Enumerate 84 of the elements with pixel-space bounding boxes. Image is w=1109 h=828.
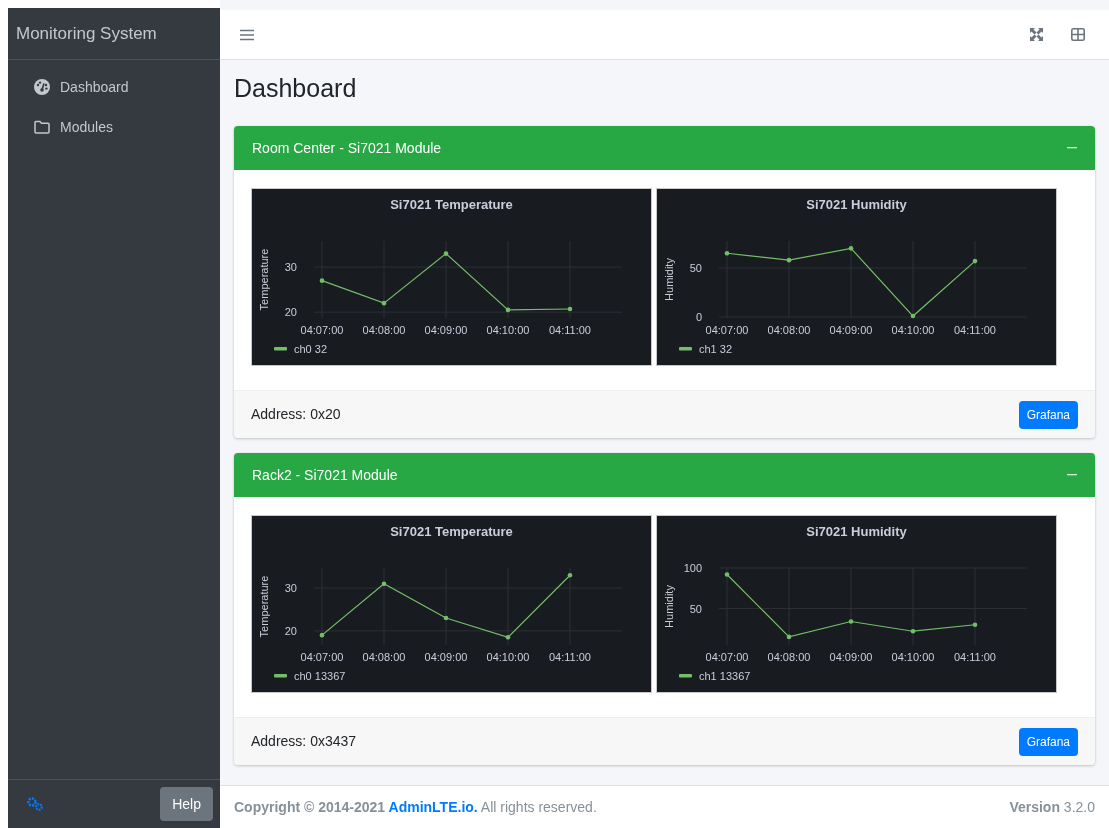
fullscreen-icon[interactable] [1030,28,1043,41]
x-tick-label: 04:11:00 [549,651,591,663]
grid-icon[interactable] [1071,28,1085,41]
y-axis-label: Temperature [258,248,270,311]
data-point [319,632,325,638]
y-axis-label: Temperature [258,575,270,638]
card-title: Rack2 - Si7021 Module [252,465,398,485]
grafana-button[interactable]: Grafana [1018,727,1078,756]
data-point [505,635,511,640]
x-tick-label: 04:07:00 [300,324,344,336]
x-tick-label: 04:11:00 [549,324,591,336]
legend-label: ch1 13367 [699,670,751,682]
data-point [786,634,792,640]
legend-swatch [274,674,287,678]
x-tick-label: 04:11:00 [954,651,996,663]
menu-icon[interactable] [240,28,254,41]
y-tick-label: 50 [689,602,702,615]
help-button[interactable]: Help [160,787,213,821]
x-tick-label: 04:07:00 [300,651,344,663]
nav-item[interactable]: Modules [16,108,212,146]
x-tick-label: 04:09:00 [424,324,468,336]
chart-title: Si7021 Humidity [806,197,907,212]
card-title: Room Center - Si7021 Module [252,138,442,158]
x-tick-label: 04:08:00 [767,324,811,336]
page-title: Dashboard [234,76,358,104]
x-tick-label: 04:11:00 [954,324,996,336]
x-tick-label: 04:10:00 [891,324,935,336]
data-point [381,300,387,306]
x-tick-label: 04:10:00 [486,324,530,336]
data-point [724,250,730,256]
legend-label: ch0 32 [294,343,328,355]
legend-label: ch0 13367 [294,670,346,682]
copyright-text: Copyright © 2014-2021 AdminLTE.io. All rights reserved. [234,797,597,817]
gears-icon[interactable] [26,797,44,811]
chart-title: Si7021 Humidity [806,524,907,539]
y-tick-label: 20 [284,624,297,637]
x-tick-label: 04:10:00 [486,651,530,663]
x-tick-label: 04:10:00 [891,651,935,663]
address-text: Address: 0x20 [251,405,341,424]
data-point [319,278,325,283]
data-point [848,246,854,251]
data-point [724,572,730,577]
data-point [505,307,511,313]
data-point [848,619,854,624]
address-text: Address: 0x3437 [251,732,357,751]
y-tick-label: 100 [683,562,702,574]
legend-swatch [679,674,692,678]
y-tick-label: 0 [695,311,702,323]
folder-icon [33,120,50,134]
data-point [910,628,916,634]
legend-swatch [679,347,692,351]
x-tick-label: 04:08:00 [362,651,406,663]
data-point [786,257,792,263]
data-point [972,258,978,264]
brand-title: Monitoring System [16,22,157,45]
x-tick-label: 04:09:00 [424,651,468,663]
x-tick-label: 04:08:00 [767,651,811,663]
data-point [567,572,573,578]
version-text: Version 3.2.0 [1009,797,1095,817]
data-point [567,306,573,312]
data-point [381,581,387,587]
x-tick-label: 04:07:00 [705,651,749,663]
gauge-icon [33,79,50,95]
chart-title: Si7021 Temperature [390,197,513,212]
data-point [910,313,916,319]
data-point [443,251,449,256]
y-tick-label: 30 [284,582,297,595]
y-tick-label: 20 [284,306,297,319]
data-point [443,615,449,621]
x-tick-label: 04:09:00 [829,651,873,663]
grafana-button[interactable]: Grafana [1018,400,1078,429]
x-tick-label: 04:08:00 [362,324,406,336]
data-point [972,622,978,628]
y-axis-label: Humidity [663,585,675,628]
y-tick-label: 30 [284,261,297,274]
x-tick-label: 04:09:00 [829,324,873,336]
legend-label: ch1 32 [699,343,733,355]
nav-item[interactable]: Dashboard [16,68,212,106]
adminlte-link[interactable]: AdminLTE.io. [388,798,478,815]
x-tick-label: 04:07:00 [705,324,749,336]
chart-title: Si7021 Temperature [390,524,513,539]
legend-swatch [274,347,287,351]
y-axis-label: Humidity [663,258,675,301]
y-tick-label: 50 [689,261,702,274]
